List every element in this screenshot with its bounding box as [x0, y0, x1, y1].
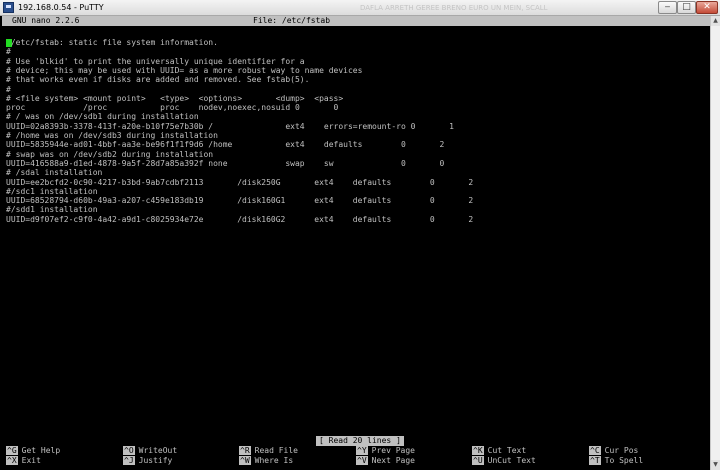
shortcut-label: Justify: [138, 456, 173, 465]
shortcut-key: ^Y: [356, 446, 368, 455]
shortcut-label: Read File: [254, 446, 298, 455]
shortcut-key: ^K: [472, 446, 484, 455]
shortcut-label: Prev Page: [371, 446, 415, 455]
shortcut-item: ^V Next Page: [356, 456, 415, 465]
file-line: UUID=416588a9-d1ed-4878-9a5f-28d7a85a392…: [6, 158, 445, 168]
file-line: proc /proc proc nodev,noexec,nosuid 0 0: [6, 103, 339, 113]
shortcut-item: ^X Exit: [6, 456, 41, 465]
shortcut-key: ^C: [589, 446, 601, 455]
nano-title-bar: GNU nano 2.2.6 File: /etc/fstab: [2, 16, 710, 26]
file-line: # / was on /dev/sdb1 during installation: [6, 112, 199, 122]
window-title: 192.168.0.54 - PuTTY: [18, 3, 104, 12]
nano-version: GNU nano 2.2.6: [12, 16, 80, 25]
shortcut-key: ^U: [472, 456, 484, 465]
file-line: #: [6, 84, 11, 94]
maximize-button[interactable]: □: [677, 1, 696, 14]
file-line: /etc/fstab: static file system informati…: [6, 38, 218, 47]
shortcut-label: Exit: [21, 456, 41, 465]
nano-file-label: File: /etc/fstab: [253, 16, 331, 25]
shortcut-label: Where Is: [254, 456, 294, 465]
background-window-text: DAFLA ARRETH GEREE BRENO EURO UN MEIN, S…: [360, 4, 548, 12]
file-line: # device; this may be used with UUID= as…: [6, 65, 363, 75]
file-line: UUID=5835944e-ad01-4bbf-aa3e-be96f1f1f9d…: [6, 140, 445, 150]
shortcut-label: WriteOut: [138, 446, 178, 455]
minimize-button[interactable]: ‒: [658, 1, 677, 14]
shortcut-label: Cut Text: [487, 446, 527, 455]
shortcut-key: ^V: [356, 456, 368, 465]
shortcut-key: ^T: [589, 456, 601, 465]
shortcut-key: ^W: [239, 456, 251, 465]
close-button[interactable]: ✕: [696, 1, 718, 14]
file-line: # /home was on /dev/sdb3 during installa…: [6, 131, 218, 140]
file-line: UUID=ee2bcfd2-0c90-4217-b3bd-9ab7cdbf211…: [6, 177, 474, 187]
status-message: [ Read 20 lines ]: [316, 436, 404, 446]
file-line: # <file system> <mount point> <type> <op…: [6, 93, 344, 103]
scroll-down-arrow-icon[interactable]: ▼: [711, 460, 720, 470]
file-line: # that works even if disks are added and…: [6, 75, 310, 85]
putty-app-icon[interactable]: [3, 2, 14, 13]
shortcut-label: UnCut Text: [487, 456, 536, 465]
shortcut-key: ^J: [123, 456, 135, 465]
file-line: #: [6, 47, 11, 57]
file-line: # swap was on /dev/sdb2 during installat…: [6, 149, 214, 159]
shortcut-item: ^O WriteOut: [123, 446, 177, 455]
terminal-screen[interactable]: GNU nano 2.2.6 File: /etc/fstab /etc/fst…: [2, 16, 710, 468]
file-line: UUID=02a8393b-3378-413f-a20e-b10f75e7b30…: [6, 121, 454, 131]
file-line: UUID=68528794-d60b-49a3-a207-c459e183db1…: [6, 196, 474, 206]
shortcut-key: ^R: [239, 446, 251, 455]
file-line: #/sdc1 installation: [6, 186, 98, 196]
shortcut-item: ^G Get Help: [6, 446, 60, 455]
file-line: # /sdal installation: [6, 168, 103, 178]
window-titlebar[interactable]: 192.168.0.54 - PuTTY DAFLA ARRETH GEREE …: [0, 0, 720, 16]
shortcut-item: ^R Read File: [239, 446, 298, 455]
file-line: UUID=d9f07ef2-c9f0-4a42-a9d1-c8025934e72…: [6, 214, 474, 224]
shortcut-item: ^T To Spell: [589, 456, 643, 465]
file-line: #/sdd1 installation: [6, 205, 98, 215]
shortcut-key: ^X: [6, 456, 18, 465]
shortcut-item: ^K Cut Text: [472, 446, 526, 455]
shortcut-item: ^Y Prev Page: [356, 446, 415, 455]
vertical-scrollbar[interactable]: ▲ ▼: [710, 16, 720, 470]
shortcut-label: Next Page: [371, 456, 415, 465]
shortcut-item: ^C Cur Pos: [589, 446, 638, 455]
shortcut-item: ^W Where Is: [239, 456, 293, 465]
shortcut-key: ^G: [6, 446, 18, 455]
shortcut-label: To Spell: [604, 456, 644, 465]
file-line: # Use 'blkid' to print the universally u…: [6, 56, 305, 66]
shortcut-key: ^O: [123, 446, 135, 455]
shortcut-label: Cur Pos: [604, 446, 639, 455]
scroll-up-arrow-icon[interactable]: ▲: [711, 16, 720, 26]
shortcut-item: ^U UnCut Text: [472, 456, 536, 465]
shortcut-item: ^J Justify: [123, 456, 172, 465]
shortcut-label: Get Help: [21, 446, 61, 455]
